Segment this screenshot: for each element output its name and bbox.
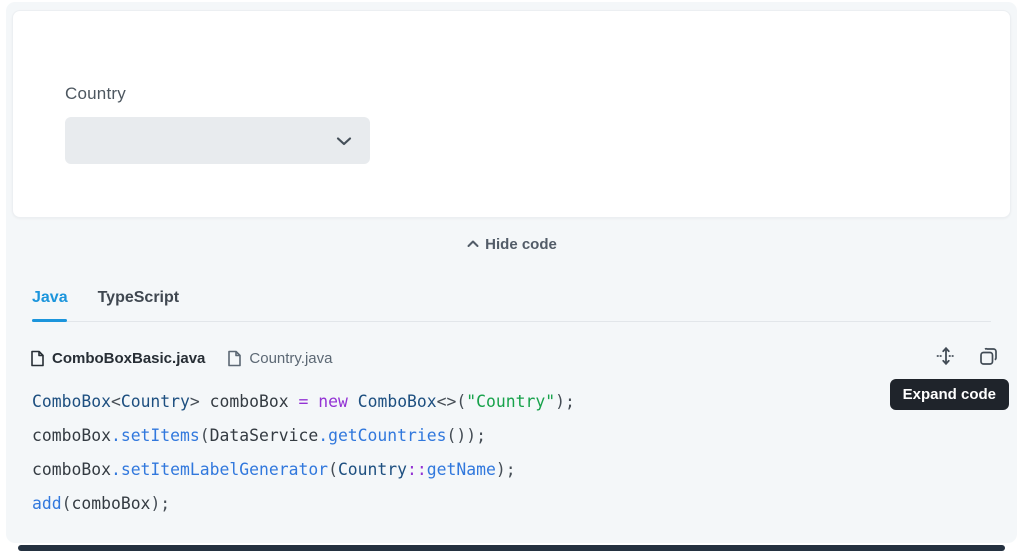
copy-icon <box>979 347 997 365</box>
hide-code-label: Hide code <box>485 235 557 253</box>
code-line: comboBox.setItems(DataService.getCountri… <box>32 426 486 445</box>
file-icon <box>228 350 242 366</box>
component-demo-card: Country <box>12 10 1011 218</box>
example-panel: Country Hide code Java TypeScript ComboB… <box>6 2 1017 543</box>
code-line: add(comboBox); <box>32 494 171 513</box>
file-tab-country[interactable]: Country.java <box>227 350 332 367</box>
active-tab-indicator <box>32 319 67 322</box>
code-line: comboBox.setItemLabelGenerator(Country::… <box>32 460 516 479</box>
combobox-field-label: Country <box>65 84 126 103</box>
code-line: ComboBox<Country> comboBox = new ComboBo… <box>32 392 575 411</box>
file-tab-label: Country.java <box>249 349 333 367</box>
file-tab-combobox-basic[interactable]: ComboBoxBasic.java <box>30 350 205 367</box>
file-tab-label: ComboBoxBasic.java <box>52 349 206 367</box>
tab-typescript[interactable]: TypeScript <box>98 286 180 326</box>
chevron-down-icon[interactable] <box>334 131 354 151</box>
chevron-up-icon <box>467 240 479 247</box>
country-combobox[interactable] <box>65 117 370 164</box>
horizontal-scrollbar-thumb[interactable] <box>18 545 1005 551</box>
hide-code-button[interactable]: Hide code <box>6 233 1017 255</box>
copy-code-button[interactable] <box>975 343 1001 369</box>
file-tabbar: ComboBoxBasic.java Country.java <box>30 345 332 371</box>
expand-code-button[interactable] <box>933 343 959 369</box>
code-actions <box>933 343 1001 369</box>
expand-code-vertical-icon <box>936 346 956 366</box>
tabbar-divider <box>32 321 991 322</box>
file-icon <box>31 350 44 366</box>
code-block: ComboBox<Country> comboBox = new ComboBo… <box>32 385 992 521</box>
